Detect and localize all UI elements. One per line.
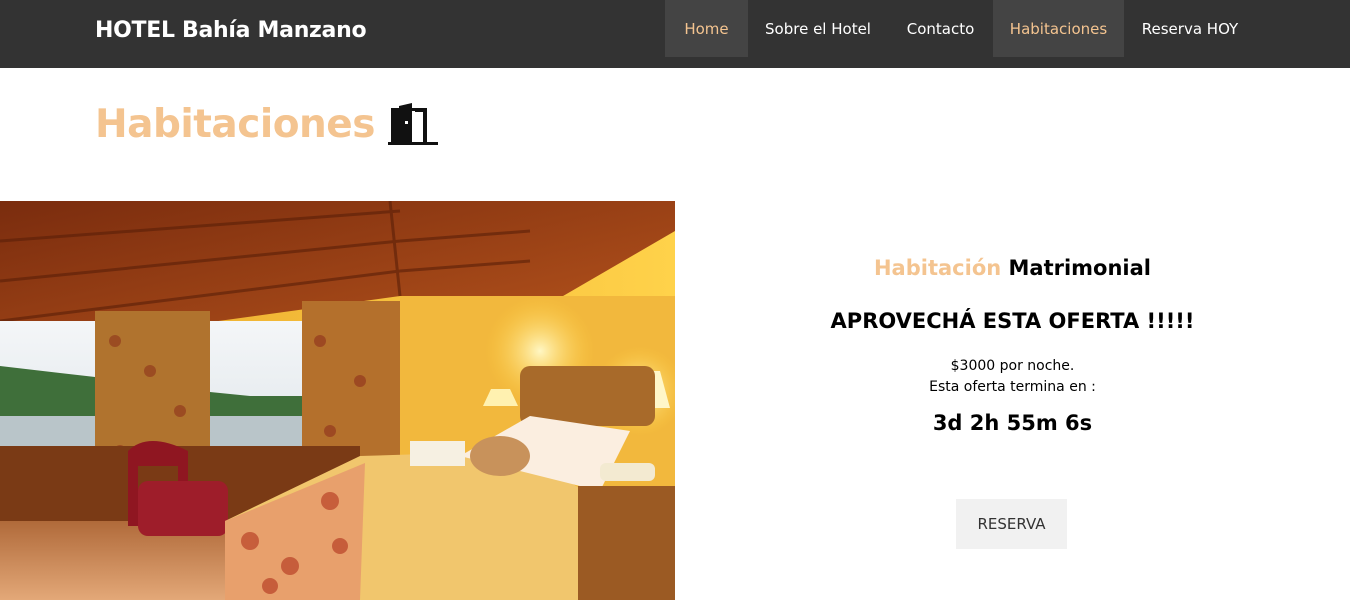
nav-about[interactable]: Sobre el Hotel — [748, 0, 888, 57]
nav-home[interactable]: Home — [665, 0, 748, 57]
page-title-row: Habitaciones — [95, 102, 439, 147]
navbar: HOTEL Bahía Manzano Home Sobre el Hotel … — [0, 0, 1350, 68]
room-name-prefix: Habitación — [873, 256, 1002, 280]
main-nav: Home Sobre el Hotel Contacto Habitacione… — [665, 0, 1256, 57]
room-photo — [0, 201, 675, 600]
reserve-button[interactable]: RESERVA — [956, 499, 1067, 549]
room-name: Habitación Matrimonial — [675, 256, 1350, 280]
offer-headline: APROVECHÁ ESTA OFERTA !!!!! — [830, 309, 1195, 333]
door-icon — [387, 102, 438, 145]
brand-logo-text[interactable]: HOTEL Bahía Manzano — [95, 18, 367, 43]
nav-book[interactable]: Reserva HOY — [1124, 0, 1256, 57]
nav-rooms[interactable]: Habitaciones — [993, 0, 1124, 57]
offer-ends-label: Esta oferta termina en : — [929, 379, 1096, 395]
room-name-suffix: Matrimonial — [1008, 256, 1152, 280]
offer-price: $3000 por noche. — [950, 358, 1075, 374]
offer-panel: Habitación Matrimonial APROVECHÁ ESTA OF… — [675, 201, 1350, 600]
page-title: Habitaciones — [95, 102, 375, 147]
countdown-timer: 3d 2h 55m 6s — [932, 411, 1093, 435]
nav-contact[interactable]: Contacto — [888, 0, 993, 57]
